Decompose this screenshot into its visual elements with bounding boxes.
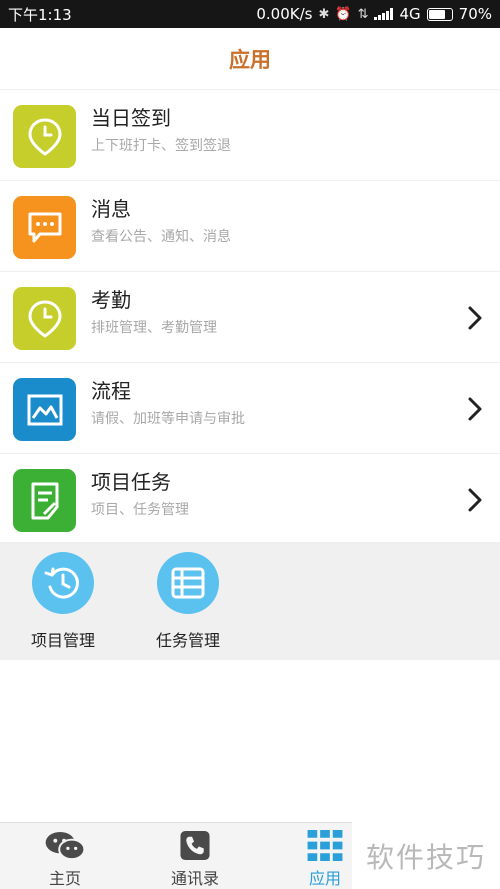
chevron-right-icon xyxy=(468,306,482,330)
app-text: 流程 请假、加班等申请与审批 xyxy=(91,378,245,428)
document-pen-icon xyxy=(13,469,76,532)
bluetooth-icon: ✱ xyxy=(318,6,330,22)
app-subtitle: 排班管理、考勤管理 xyxy=(91,320,217,336)
app-text: 当日签到 上下班打卡、签到签退 xyxy=(91,105,231,155)
app-list: 当日签到 上下班打卡、签到签退 消息 查看公告、通知、消息 考勤 排班管理、考勤… xyxy=(0,90,500,545)
history-clock-icon xyxy=(32,552,94,614)
project-management-button[interactable]: 项目管理 xyxy=(3,552,123,651)
chevron-right-icon xyxy=(468,488,482,512)
app-title: 考勤 xyxy=(91,288,131,312)
chevron-right-icon xyxy=(468,397,482,421)
app-subtitle: 项目、任务管理 xyxy=(91,502,189,518)
apps-grid-icon xyxy=(307,830,343,861)
grid-label: 任务管理 xyxy=(155,631,220,650)
app-row-checkin[interactable]: 当日签到 上下班打卡、签到签退 xyxy=(0,90,500,181)
watermark-text: 软件技巧 xyxy=(352,822,500,889)
wechat-icon xyxy=(45,831,86,861)
location-clock-icon xyxy=(13,105,76,168)
chat-bubble-icon xyxy=(13,196,76,259)
app-subtitle: 查看公告、通知、消息 xyxy=(91,229,231,245)
app-screen: 下午1:13 0.00K/s ✱ ⏰ ⇅ 4G 70% 应用 当日签到 上下班打… xyxy=(0,0,500,889)
app-title: 流程 xyxy=(91,379,131,403)
grid-label: 项目管理 xyxy=(30,631,95,650)
location-clock-icon xyxy=(13,287,76,350)
data-arrows-icon: ⇅ xyxy=(357,6,369,22)
app-title: 消息 xyxy=(91,197,131,221)
nav-label: 通讯录 xyxy=(170,869,219,888)
battery-icon xyxy=(426,7,453,21)
sub-app-grid: 项目管理 任务管理 xyxy=(0,542,500,660)
app-text: 项目任务 项目、任务管理 xyxy=(91,469,189,519)
app-row-workflow[interactable]: 流程 请假、加班等申请与审批 xyxy=(0,363,500,454)
picture-icon xyxy=(13,378,76,441)
list-icon xyxy=(157,552,219,614)
nav-contacts[interactable]: 通讯录 xyxy=(130,823,260,889)
alarm-icon: ⏰ xyxy=(335,6,352,22)
nav-label: 应用 xyxy=(308,869,341,888)
app-subtitle: 上下班打卡、签到签退 xyxy=(91,138,231,154)
nav-home[interactable]: 主页 xyxy=(0,823,130,889)
app-row-messages[interactable]: 消息 查看公告、通知、消息 xyxy=(0,181,500,272)
signal-icon xyxy=(374,8,394,20)
phone-icon xyxy=(180,830,210,861)
app-row-attendance[interactable]: 考勤 排班管理、考勤管理 xyxy=(0,272,500,363)
network-type: 4G xyxy=(399,5,421,23)
task-management-button[interactable]: 任务管理 xyxy=(128,552,248,651)
network-speed: 0.00K/s xyxy=(256,5,313,23)
app-title: 当日签到 xyxy=(91,106,171,130)
nav-label: 主页 xyxy=(48,869,81,888)
page-header: 应用 xyxy=(0,28,500,90)
app-text: 考勤 排班管理、考勤管理 xyxy=(91,287,217,337)
page-title: 应用 xyxy=(229,47,271,72)
app-title: 项目任务 xyxy=(91,470,171,494)
status-bar: 下午1:13 0.00K/s ✱ ⏰ ⇅ 4G 70% xyxy=(0,0,500,28)
app-row-project-tasks[interactable]: 项目任务 项目、任务管理 xyxy=(0,454,500,545)
app-subtitle: 请假、加班等申请与审批 xyxy=(91,411,245,427)
app-text: 消息 查看公告、通知、消息 xyxy=(91,196,231,246)
status-time: 下午1:13 xyxy=(8,5,72,24)
status-indicators: 0.00K/s ✱ ⏰ ⇅ 4G 70% xyxy=(256,5,492,23)
battery-level: 70% xyxy=(458,5,492,23)
